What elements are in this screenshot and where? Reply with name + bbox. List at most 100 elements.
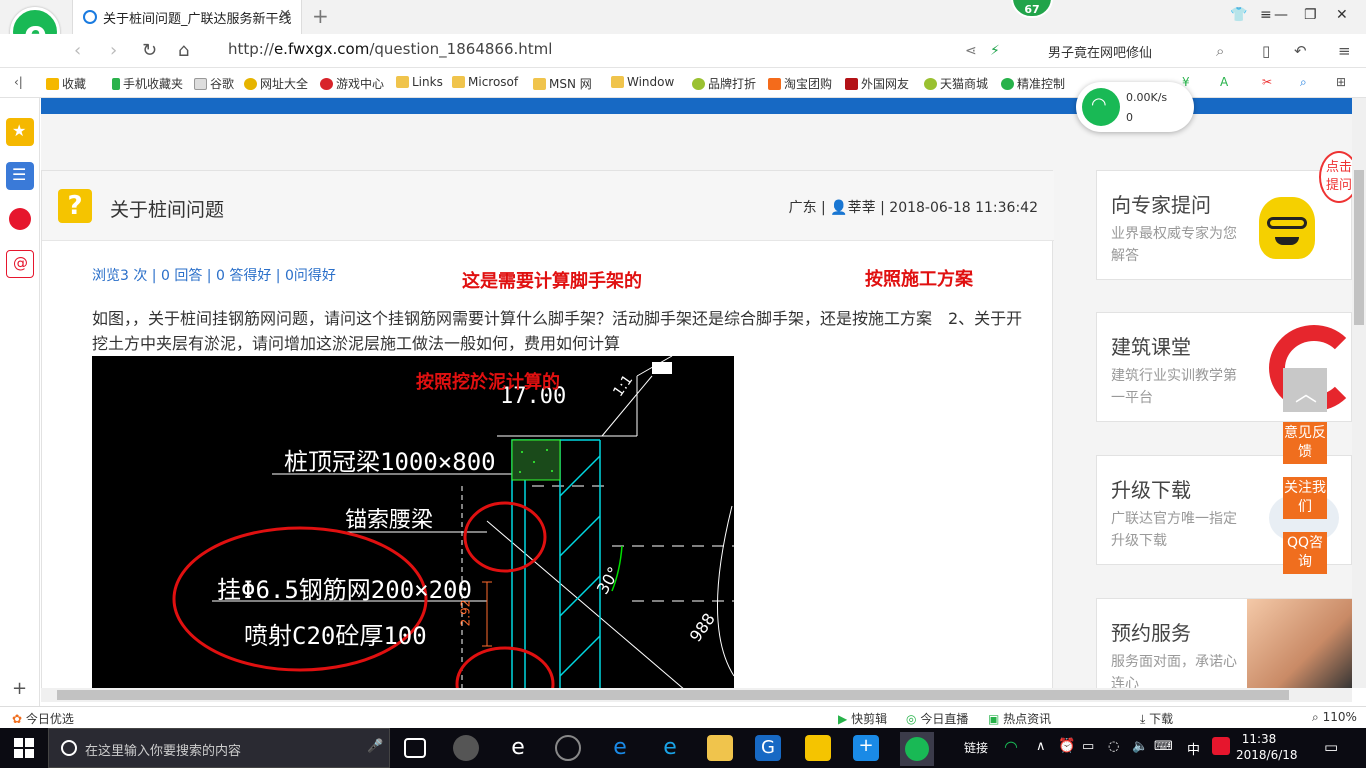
tab-active[interactable]: 关于桩间问题_广联达服务新干线 ✕ [72,0,302,34]
minimize-button[interactable]: — [1274,7,1288,23]
status-item-news[interactable]: ▣ 热点资讯 [988,710,1051,727]
bookmark-item[interactable]: 精准控制 [1001,75,1065,92]
question-region: 广东 [788,200,817,216]
shirt-icon[interactable]: 👕 [1230,7,1247,23]
bookmark-item[interactable]: 谷歌 [194,75,234,92]
bookmark-item[interactable]: 收藏 [46,75,86,92]
network-icon[interactable]: ◌ [1108,739,1119,754]
url-field[interactable]: http://e.fwxgx.com/question_1864866.html [228,40,552,58]
pinwheel-app-icon[interactable] [453,735,479,761]
glodon-app-icon[interactable]: G [755,735,781,761]
answer-count[interactable]: 0 回答 [161,268,202,284]
card-subtext: 服务面对面，承诺心连心 [1111,654,1237,688]
link-label[interactable]: 链接 [964,739,988,756]
vertical-scroll-thumb[interactable] [1354,170,1364,325]
close-window-button[interactable]: ✕ [1336,7,1348,23]
home-icon[interactable]: ⌂ [178,40,189,61]
annotation-plan: 按照施工方案 [865,269,973,290]
battery-icon[interactable]: ▭ [1082,739,1094,754]
volume-icon[interactable]: 🔈 [1132,739,1148,754]
feedback-button[interactable]: 意见反馈 [1283,422,1327,464]
alarm-icon[interactable]: ⏰ [1058,738,1075,754]
menu-icon[interactable]: ≡ [1260,7,1272,23]
qq-consult-button[interactable]: QQ咨询 [1283,532,1327,574]
status-item-download[interactable]: ⤓ 下载 [1140,710,1173,727]
plus-app-icon[interactable]: + [853,735,879,761]
notification-badge[interactable]: 67 [1011,0,1053,18]
system-clock[interactable]: 11:38 2018/6/18 [1236,731,1298,763]
back-to-top-button[interactable]: ︿ [1283,368,1327,412]
browser-app-icon[interactable] [555,735,581,761]
bookmark-folder[interactable]: Microsof [452,75,518,89]
taskbar-search[interactable]: 在这里输入你要搜索的内容 🎤 [48,728,390,768]
phone-icon[interactable]: ▯ [1262,42,1270,60]
list-icon[interactable]: ☰ [6,162,34,190]
magnifier-icon[interactable]: ⌕ [1300,75,1307,90]
bookmark-item[interactable]: 品牌打折 [692,75,756,92]
edge-icon[interactable]: e [607,735,633,761]
ime-indicator[interactable]: 中 [1187,739,1200,758]
status-item-clip[interactable]: ▶ 快剪辑 [838,710,887,727]
wifi-widget[interactable]: ◠ 0.00K/s 0 [1076,82,1194,132]
keyboard-icon[interactable]: ⌨ [1154,739,1173,754]
file-explorer-icon[interactable] [707,735,733,761]
bookmark-item[interactable]: 外国网友 [845,75,909,92]
notes-app-icon[interactable] [805,735,831,761]
card-appointment[interactable]: 预约服务 服务面对面，承诺心连心 [1096,598,1352,688]
cad-drawing-image[interactable]: 17.00 桩顶冠梁1000×800 锚索腰梁 挂Φ6.5钢筋网200×200 … [92,356,734,688]
undo-icon[interactable]: ↶ [1294,42,1307,60]
notification-center-icon[interactable]: ▭ [1324,738,1338,756]
status-item-live[interactable]: ◎ 今日直播 [906,710,968,727]
good-question-count[interactable]: 0问得好 [285,268,336,284]
bookmark-item[interactable]: 网址大全 [244,75,308,92]
bookmark-item[interactable]: 手机收藏夹 [112,75,183,92]
forward-icon[interactable]: › [110,40,117,61]
translate-icon[interactable]: A [1220,75,1228,89]
lightning-icon[interactable]: ⚡ [990,43,1000,59]
zoom-level[interactable]: ⌕ 110% [1312,710,1357,725]
favorites-star-icon[interactable]: ★ [6,118,34,146]
ie-taskbar-icon[interactable]: e [505,735,531,761]
new-tab-button[interactable]: + [312,4,329,28]
windows-start-icon[interactable] [14,738,34,758]
ie-blue-icon[interactable]: e [657,735,683,761]
search-icon[interactable]: ⌕ [1216,42,1224,60]
wifi-tray-icon[interactable]: ◠ [1004,737,1018,756]
close-tab-icon[interactable]: ✕ [279,7,291,23]
question-header: ? 关于桩间问题 广东 | 👤莘莘 | 2018-06-18 11:36:42 [42,171,1054,241]
collapse-icon[interactable]: ‹| [14,75,23,89]
card-ask-expert[interactable]: 向专家提问 业界最权威专家为您解答 点击 提问 [1096,151,1352,280]
share-icon[interactable]: ⋖ [965,43,977,59]
scissors-icon[interactable]: ✂ [1262,75,1272,89]
vertical-scrollbar[interactable] [1352,98,1366,688]
bookmark-folder[interactable]: Window [611,75,674,89]
bookmark-folder[interactable]: Links [396,75,443,89]
question-author[interactable]: 莘莘 [848,200,876,216]
bookmark-item[interactable]: 天猫商城 [924,75,988,92]
restore-button[interactable]: ❐ [1304,7,1317,23]
back-icon[interactable]: ‹ [74,40,81,61]
active-browser-task[interactable] [900,732,934,766]
promo-bubble[interactable]: 点击 提问 [1319,151,1352,203]
weibo-icon[interactable] [6,206,34,234]
apps-icon[interactable]: ⊞ [1336,75,1346,89]
horizontal-scroll-thumb[interactable] [57,690,1289,700]
chevron-up-icon[interactable]: ∧ [1036,739,1046,754]
bookmark-folder[interactable]: MSN 网 [533,75,592,92]
task-view-icon[interactable] [404,738,426,758]
bookmark-item[interactable]: 游戏中心 [320,75,384,92]
microphone-icon[interactable]: 🎤 [367,739,383,754]
email-icon[interactable]: @ [6,250,34,278]
horizontal-scrollbar[interactable] [41,688,1352,702]
menu-icon[interactable]: ≡ [1338,42,1351,60]
add-icon[interactable]: + [12,678,27,699]
sogou-icon[interactable] [1212,737,1230,755]
follow-us-button[interactable]: 关注我们 [1283,477,1327,519]
today-picks[interactable]: ✿ 今日优选 [12,710,74,727]
url-prefix: http:// [228,40,274,58]
search-input[interactable]: 男子竟在网吧修仙 [1048,42,1152,61]
chevron-up-icon: ︿ [1295,382,1318,407]
refresh-icon[interactable]: ↻ [142,40,157,61]
bookmark-item[interactable]: 淘宝团购 [768,75,832,92]
good-answer-count[interactable]: 0 答得好 [216,268,271,284]
